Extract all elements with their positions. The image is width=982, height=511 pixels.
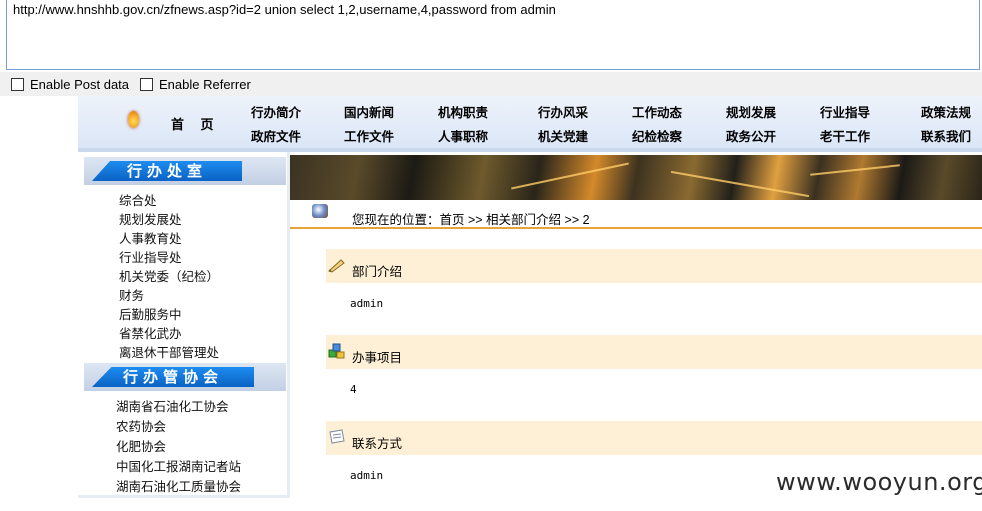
nav-link[interactable]: 工作文件 <box>344 126 394 145</box>
section-title: 办事项目 <box>352 351 403 365</box>
enable-post-option[interactable]: Enable Post data <box>11 77 129 92</box>
nav-link[interactable]: 国内新闻 <box>344 102 394 121</box>
sidebar-office-item[interactable]: 行业指导处 <box>119 247 182 266</box>
enable-post-checkbox[interactable] <box>11 78 24 91</box>
enable-referrer-option[interactable]: Enable Referrer <box>140 77 251 92</box>
assoc-heading-label: 行办管协会 <box>92 367 254 387</box>
blocks-icon <box>328 343 345 359</box>
sidebar-office-item[interactable]: 综合处 <box>119 190 157 209</box>
sidebar-office-item[interactable]: 离退休干部管理处 <box>119 342 219 361</box>
nav-link[interactable]: 工作动态 <box>632 102 682 121</box>
sidebar-assoc-item[interactable]: 中国化工报湖南记者站 <box>116 456 241 475</box>
section-value: admin <box>350 469 384 482</box>
office-heading: 行办处室 <box>84 157 286 185</box>
nav-link[interactable]: 机关党建 <box>538 126 588 145</box>
sidebar-assoc-item[interactable]: 农药协会 <box>116 416 166 435</box>
nav-link[interactable]: 政府文件 <box>251 126 301 145</box>
enable-post-label: Enable Post data <box>30 77 130 92</box>
nav-link[interactable]: 行业指导 <box>820 102 870 121</box>
sidebar-assoc-item[interactable]: 湖南省石油化工协会 <box>116 396 229 415</box>
sidebar-assoc-item[interactable]: 化肥协会 <box>116 436 166 455</box>
nav-link[interactable]: 行办风采 <box>538 102 588 121</box>
nav-link[interactable]: 政务公开 <box>726 126 776 145</box>
sidebar-assoc-item[interactable]: 湖南石油化工质量协会 <box>116 476 241 495</box>
section-title: 联系方式 <box>352 437 403 451</box>
globe-icon <box>312 204 328 218</box>
office-heading-label: 行办处室 <box>92 161 242 181</box>
city-banner <box>290 155 982 200</box>
sidebar-office-item[interactable]: 省禁化武办 <box>119 323 182 342</box>
assoc-heading: 行办管协会 <box>84 363 286 391</box>
site-nav: 首 页 行办简介 国内新闻 机构职责 行办风采 工作动态 规划发展 行业指导 政… <box>78 96 982 152</box>
sidebar-office-item[interactable]: 人事教育处 <box>119 228 182 247</box>
url-input[interactable]: http://www.hnshhb.gov.cn/zfnews.asp?id=2… <box>6 0 980 70</box>
section-value: 4 <box>350 383 357 396</box>
nav-link[interactable]: 行办简介 <box>251 102 301 121</box>
note-icon <box>329 429 345 444</box>
breadcrumb-text: 您现在的位置：首页 >> 相关部门介绍 >> 2 <box>352 213 590 227</box>
sidebar-office-item[interactable]: 财务 <box>119 285 144 304</box>
section-value: admin <box>350 297 384 310</box>
section-title: 部门介绍 <box>352 265 403 279</box>
nav-home-link[interactable]: 首 页 <box>171 114 220 133</box>
nav-link[interactable]: 政策法规 <box>921 102 971 121</box>
breadcrumb: 您现在的位置：首页 >> 相关部门介绍 >> 2 <box>290 203 982 229</box>
section-header: 办事项目 <box>326 335 982 369</box>
enable-referrer-checkbox[interactable] <box>140 78 153 91</box>
nav-link[interactable]: 纪检检察 <box>632 126 682 145</box>
left-sidebar: 行办处室 综合处 规划发展处 人事教育处 行业指导处 机关党委（纪检） 财务 后… <box>78 152 290 498</box>
sidebar-office-item[interactable]: 机关党委（纪检） <box>119 266 219 285</box>
sidebar-office-item[interactable]: 后勤服务中 <box>119 304 182 323</box>
nav-link[interactable]: 规划发展 <box>726 102 776 121</box>
hackbar-options: Enable Post data Enable Referrer <box>0 72 982 96</box>
pencil-icon <box>328 259 345 273</box>
nav-link[interactable]: 机构职责 <box>438 102 488 121</box>
lantern-icon <box>128 111 139 128</box>
enable-referrer-label: Enable Referrer <box>159 77 251 92</box>
nav-link[interactable]: 老干工作 <box>820 126 870 145</box>
sidebar-office-item[interactable]: 规划发展处 <box>119 209 182 228</box>
nav-link[interactable]: 人事职称 <box>438 126 488 145</box>
nav-link[interactable]: 联系我们 <box>921 126 971 145</box>
section-header: 部门介绍 <box>326 249 982 283</box>
watermark: www.wooyun.org <box>776 468 982 496</box>
section-header: 联系方式 <box>326 421 982 455</box>
